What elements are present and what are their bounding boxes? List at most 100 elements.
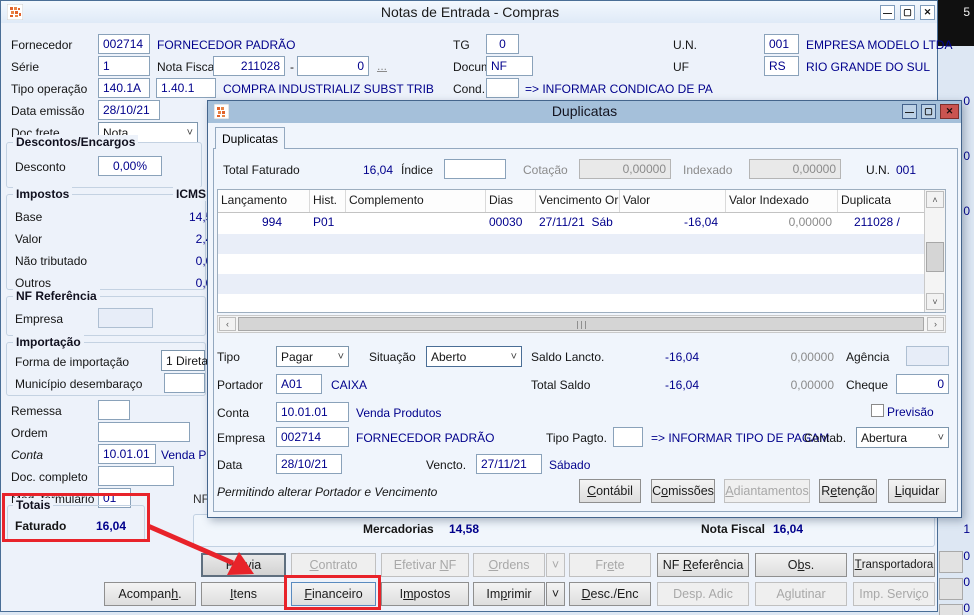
data-emissao-field[interactable]: 28/10/21 bbox=[98, 100, 160, 120]
comissoes-button[interactable]: Comissões bbox=[651, 479, 715, 503]
uf-field[interactable]: RS bbox=[764, 56, 799, 76]
un-field[interactable]: 001 bbox=[764, 34, 799, 54]
table-empty-row bbox=[218, 234, 924, 254]
main-title-bar[interactable]: Notas de Entrada - Compras — ▢ ✕ bbox=[1, 1, 937, 23]
vscroll-thumb[interactable] bbox=[926, 242, 944, 272]
close-icon[interactable]: ✕ bbox=[920, 5, 935, 20]
tab-duplicatas[interactable]: Duplicatas bbox=[215, 127, 285, 149]
acompanh-button[interactable]: Acompanh. bbox=[104, 582, 196, 606]
table-vscrollbar[interactable]: ˄ ˅ bbox=[924, 190, 945, 312]
table-row[interactable]: 994 P01 00030 27/11/21 Sáb -16,04 0,0000… bbox=[218, 212, 924, 234]
chevron-down-icon: ˅ bbox=[507, 351, 517, 363]
data-emissao-label: Data emissão bbox=[11, 104, 84, 118]
table-header-cell[interactable]: Duplicata bbox=[838, 190, 924, 212]
dialog-maximize-icon[interactable]: ▢ bbox=[921, 104, 936, 119]
desc-enc-button[interactable]: Desc./Enc bbox=[569, 582, 651, 606]
desconto-field[interactable]: 0,00% bbox=[98, 156, 162, 176]
mercadorias-value: 14,58 bbox=[449, 522, 479, 536]
cond-pag-hint: => INFORMAR CONDICAO DE PA bbox=[525, 82, 713, 96]
remessa-field[interactable] bbox=[98, 400, 130, 420]
dialog-conta-field[interactable]: 10.01.01 bbox=[276, 402, 349, 422]
indice-field[interactable] bbox=[444, 159, 506, 179]
table-header-cell[interactable]: Hist. bbox=[310, 190, 346, 212]
previa-button[interactable]: Prévia bbox=[201, 553, 286, 577]
footer-totals-panel bbox=[193, 514, 935, 547]
serie-field[interactable]: 1 bbox=[98, 56, 150, 76]
duplicatas-table: Lançamento Hist. Complemento Dias Vencim… bbox=[217, 189, 946, 313]
dialog-empresa-name: FORNECEDOR PADRÃO bbox=[356, 431, 494, 445]
retencao-button[interactable]: Retenção bbox=[819, 479, 877, 503]
tipo-pagto-field[interactable] bbox=[613, 427, 643, 447]
screen: 5 0 0 0 1 0 0 0 Notas de Entrada - Compr… bbox=[0, 0, 974, 615]
table-header-cell[interactable]: Complemento bbox=[346, 190, 486, 212]
tipo-operacao-field[interactable]: 140.1A bbox=[98, 78, 150, 98]
cell-valor: -16,04 bbox=[620, 212, 726, 234]
table-header-cell[interactable]: Valor bbox=[620, 190, 726, 212]
liquidar-button[interactable]: Liquidar bbox=[888, 479, 946, 503]
minimize-icon[interactable]: — bbox=[880, 5, 895, 20]
vencto-weekday: Sábado bbox=[549, 458, 590, 472]
obs-button[interactable]: Obs. bbox=[755, 553, 847, 577]
transportadora-button[interactable]: Transportadora bbox=[853, 553, 935, 577]
conta-field[interactable]: 10.01.01 bbox=[98, 444, 156, 464]
dialog-close-icon[interactable]: ✕ bbox=[940, 104, 959, 119]
forma-importacao-value: 1 Direta bbox=[166, 354, 208, 368]
cheque-field[interactable]: 0 bbox=[896, 374, 949, 394]
situacao-select[interactable]: Aberto˅ bbox=[426, 346, 522, 367]
impostos-button[interactable]: Impostos bbox=[381, 582, 469, 606]
background-button-stub bbox=[939, 604, 963, 615]
contabil-button[interactable]: Contábil bbox=[579, 479, 641, 503]
table-header-cell[interactable]: Vencimento Orig. bbox=[536, 190, 620, 212]
contab-select[interactable]: Abertura˅ bbox=[856, 427, 949, 448]
tipo-operacao-label: Tipo operação bbox=[11, 82, 87, 96]
fornecedor-field[interactable]: 002714 bbox=[98, 34, 150, 54]
scroll-down-icon[interactable]: ˅ bbox=[926, 293, 944, 310]
dialog-data-field[interactable]: 28/10/21 bbox=[276, 454, 342, 474]
documento-field[interactable]: NF bbox=[486, 56, 533, 76]
previsao-checkbox[interactable] bbox=[871, 404, 884, 417]
dialog-minimize-icon[interactable]: — bbox=[902, 104, 917, 119]
dialog-empresa-field[interactable]: 002714 bbox=[276, 427, 349, 447]
scroll-up-icon[interactable]: ˄ bbox=[926, 191, 944, 208]
impostos-outros-label: Outros bbox=[15, 276, 51, 290]
table-header-cell[interactable]: Lançamento bbox=[218, 190, 310, 212]
cell-duplicata: 211028 / bbox=[838, 212, 924, 234]
scroll-left-icon[interactable]: ‹ bbox=[219, 317, 236, 331]
doc-completo-label: Doc. completo bbox=[11, 470, 88, 484]
duplicatas-dialog: Duplicatas — ▢ ✕ Duplicatas Total Fatura… bbox=[207, 100, 962, 518]
cond-pag-field[interactable] bbox=[486, 78, 519, 98]
ordens-dropdown-icon: ˅ bbox=[546, 553, 565, 577]
ellipsis-button[interactable]: ... bbox=[377, 59, 387, 73]
tipo-operacao-desc: COMPRA INDUSTRIALIZ SUBST TRIB bbox=[223, 82, 434, 96]
vencto-field[interactable]: 27/11/21 bbox=[476, 454, 542, 474]
ordem-field[interactable] bbox=[98, 422, 190, 442]
imprimir-dropdown-icon[interactable]: ˅ bbox=[546, 582, 565, 606]
contrato-button: Contrato bbox=[291, 553, 376, 577]
itens-button[interactable]: Itens bbox=[201, 582, 286, 606]
forma-importacao-select[interactable]: 1 Direta bbox=[161, 350, 205, 371]
indexado-field: 0,00000 bbox=[749, 159, 841, 179]
tipo-operacao-cfop-field[interactable]: 1.40.1 bbox=[156, 78, 216, 98]
total-saldo-indexado: 0,00000 bbox=[774, 378, 834, 392]
table-header-cell[interactable]: Valor Indexado bbox=[726, 190, 838, 212]
imprimir-button[interactable]: Imprimir bbox=[473, 582, 545, 606]
maximize-icon[interactable]: ▢ bbox=[900, 5, 915, 20]
table-header-cell[interactable]: Dias bbox=[486, 190, 536, 212]
annotation-box-financeiro bbox=[284, 575, 381, 610]
tipo-select[interactable]: Pagar˅ bbox=[276, 346, 349, 367]
hscroll-thumb[interactable] bbox=[238, 317, 924, 331]
dialog-title-bar[interactable]: Duplicatas — ▢ ✕ bbox=[208, 101, 961, 123]
nf-referencia-button[interactable]: NF Referência bbox=[657, 553, 749, 577]
scroll-right-icon[interactable]: › bbox=[927, 317, 944, 331]
tg-field[interactable]: 0 bbox=[486, 34, 519, 54]
doc-completo-field[interactable] bbox=[98, 466, 174, 486]
portador-field[interactable]: A01 bbox=[276, 374, 322, 394]
chevron-down-icon: ˅ bbox=[334, 351, 344, 363]
agencia-field bbox=[906, 346, 949, 366]
tg-label: TG bbox=[453, 38, 470, 52]
adiantamentos-button: Adiantamentos bbox=[724, 479, 810, 503]
table-hscrollbar[interactable]: ‹ › bbox=[217, 315, 946, 333]
nota-fiscal-field[interactable]: 211028 bbox=[213, 56, 285, 76]
municipio-desembaraco-field[interactable] bbox=[164, 373, 205, 393]
nota-fiscal-seq-field[interactable]: 0 bbox=[297, 56, 369, 76]
